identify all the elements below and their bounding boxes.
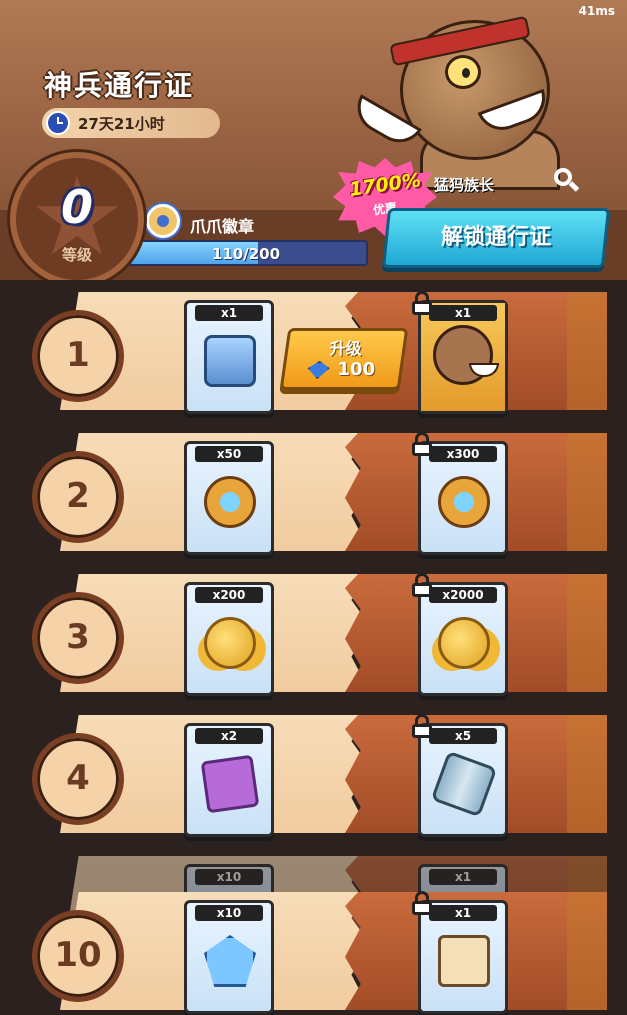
level-node: 4	[32, 733, 124, 825]
search-icon[interactable]	[552, 166, 582, 196]
lock-icon	[411, 291, 433, 315]
premium-reward-card[interactable]: x2000	[412, 573, 508, 696]
free-reward-card[interactable]: x2	[184, 723, 274, 837]
free-reward-card[interactable]: x50	[184, 441, 274, 555]
reward-quantity: x1	[429, 905, 497, 921]
countdown-timer: 27天21小时	[42, 108, 220, 138]
chest-icon	[204, 335, 256, 387]
level-node-number: 4	[66, 758, 90, 798]
reward-quantity: x200	[195, 587, 263, 603]
badge-progress-bar: 110/200	[124, 240, 368, 266]
level-indicator: 0 等级	[10, 152, 144, 280]
level-node-number: 2	[66, 476, 90, 516]
level-node: 1	[32, 310, 124, 402]
upgrade-cost: 100	[337, 359, 376, 380]
level-label: 等级	[61, 246, 92, 264]
premium-reward-card[interactable]: x5	[412, 714, 508, 837]
canister-icon	[430, 750, 498, 818]
gold-coins-icon	[438, 617, 490, 669]
lock-icon	[411, 432, 433, 456]
page-title: 神兵通行证	[44, 69, 195, 102]
mystery-cards-icon	[200, 754, 260, 814]
reward-track[interactable]: 1 x1 x1 升级 100 2 x50 x300 3 x200 x2000 4 x2 x5 x10 x1 10…	[0, 280, 627, 1015]
reward-quantity: x1	[195, 305, 263, 321]
hero-name: 猛犸族长	[434, 176, 495, 194]
badge-progress-text: 110/200	[211, 245, 281, 263]
clock-icon	[46, 111, 70, 135]
lock-icon	[411, 714, 433, 738]
free-reward-card[interactable]: x10	[184, 900, 274, 1014]
premium-reward-card[interactable]: x1	[412, 291, 508, 414]
level-node-number: 1	[66, 335, 90, 375]
gold-coins-icon	[204, 617, 256, 669]
level-node-number: 10	[54, 935, 102, 975]
premium-reward-card[interactable]: x300	[412, 432, 508, 555]
level-node: 10	[32, 910, 124, 1002]
reward-quantity: x300	[429, 446, 497, 462]
diamonds-icon	[204, 935, 256, 987]
level-number: 0	[60, 180, 93, 234]
scroll-icon	[438, 935, 490, 987]
reward-quantity: x5	[429, 728, 497, 744]
paw-badge-icon	[438, 476, 490, 528]
reward-quantity: x2000	[429, 587, 497, 603]
paw-badge-icon	[146, 204, 180, 238]
free-reward-card[interactable]: x200	[184, 582, 274, 696]
unlock-pass-button[interactable]: 解锁通行证	[381, 208, 611, 268]
reward-row: 3 x200 x2000	[0, 562, 627, 696]
reward-quantity: x10	[195, 905, 263, 921]
timer-text: 27天21小时	[78, 114, 165, 133]
level-node-number: 3	[66, 617, 90, 657]
upgrade-label: 升级	[329, 339, 362, 358]
lock-icon	[411, 891, 433, 915]
reward-row: 4 x2 x5	[0, 703, 627, 837]
gem-icon	[306, 361, 331, 379]
paw-badge-icon	[204, 476, 256, 528]
reward-row: 1 x1 x1 升级 100	[0, 280, 627, 414]
reward-quantity: x50	[195, 446, 263, 462]
free-reward-card[interactable]: x1	[184, 300, 274, 414]
pass-header: 41ms 神兵通行证 27天21小时 猛犸族长 1700% 优惠 爪爪徽章 11…	[0, 0, 627, 280]
reward-row: 2 x50 x300	[0, 421, 627, 555]
reward-quantity: x2	[195, 728, 263, 744]
lock-icon	[411, 573, 433, 597]
reward-quantity: x1	[429, 305, 497, 321]
level-node: 3	[32, 592, 124, 684]
level-node: 2	[32, 451, 124, 543]
unlock-pass-label: 解锁通行证	[440, 225, 551, 250]
premium-reward-card[interactable]: x1	[412, 891, 508, 1014]
upgrade-button[interactable]: 升级 100	[279, 328, 409, 390]
reward-row: 10 x10 x1	[0, 880, 627, 1014]
badge-name: 爪爪徽章	[190, 217, 255, 236]
portrait-eye	[445, 55, 481, 89]
